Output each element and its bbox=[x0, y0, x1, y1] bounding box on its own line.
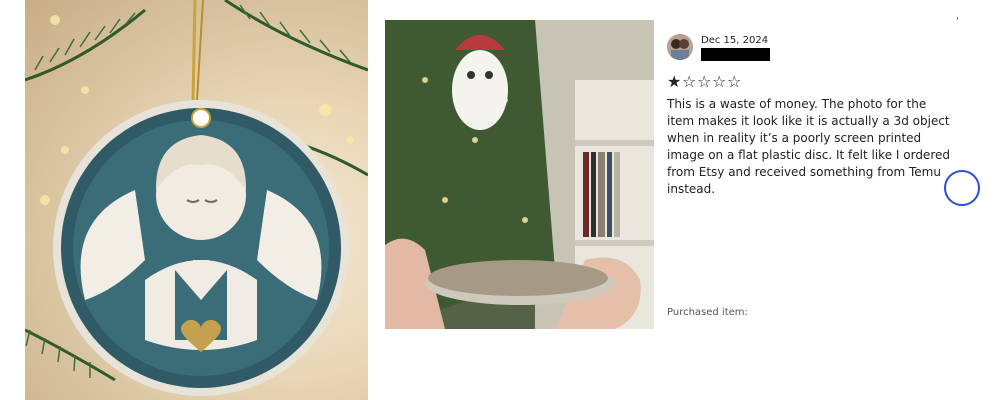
star-empty-icon: ☆ bbox=[697, 72, 712, 91]
review-body: This is a waste of money. The photo for … bbox=[667, 97, 950, 196]
product-photo-angel-ornament bbox=[25, 0, 368, 400]
star-filled-icon: ★ bbox=[667, 72, 682, 91]
purchased-item-label: Purchased item: bbox=[667, 307, 748, 318]
star-empty-icon: ☆ bbox=[682, 72, 697, 91]
star-empty-icon: ☆ bbox=[712, 72, 727, 91]
review-panel: Dec 15, 2024 ★ ☆ ☆ ☆ ☆ This is a waste o… bbox=[667, 30, 959, 330]
reviewer-avatar[interactable] bbox=[667, 34, 693, 60]
carousel-next-button[interactable] bbox=[944, 170, 980, 206]
star-rating: ★ ☆ ☆ ☆ ☆ bbox=[667, 73, 742, 91]
review-photo-flat-disc[interactable] bbox=[385, 20, 654, 329]
angel-ornament-illustration bbox=[25, 0, 368, 396]
tick-mark: ' bbox=[956, 16, 959, 27]
star-empty-icon: ☆ bbox=[727, 72, 742, 91]
redacted-reviewer-name bbox=[701, 48, 770, 61]
reviewer-photo-illustration bbox=[385, 20, 654, 329]
review-date: Dec 15, 2024 bbox=[701, 35, 769, 46]
